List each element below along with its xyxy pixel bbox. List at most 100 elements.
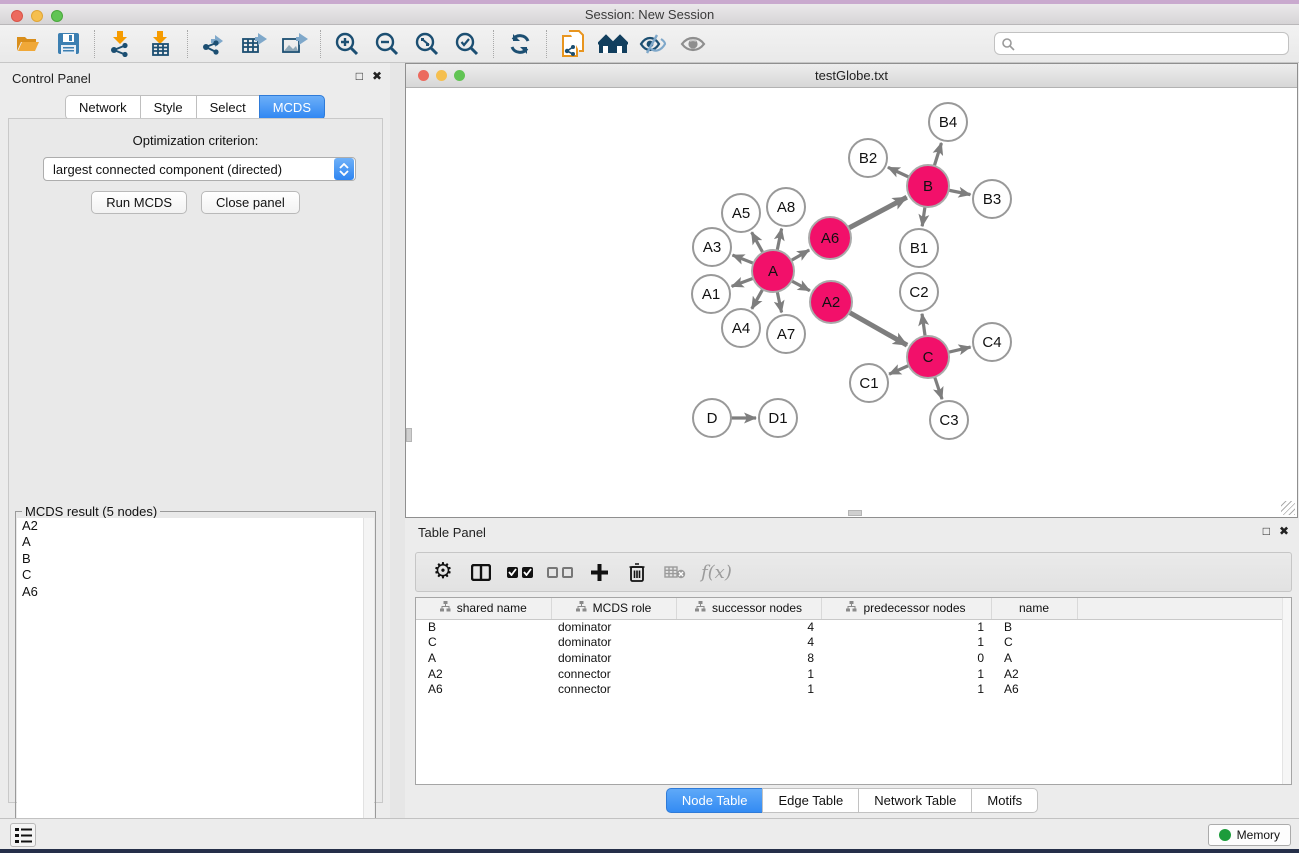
export-network-icon[interactable] — [197, 29, 231, 59]
hide-selected-icon[interactable] — [636, 29, 670, 59]
refresh-view-icon[interactable] — [503, 29, 537, 59]
delete-icon[interactable] — [625, 559, 649, 585]
resize-grip-icon[interactable] — [1281, 501, 1295, 515]
add-icon[interactable] — [587, 559, 611, 585]
cell-name[interactable]: A6 — [991, 681, 1077, 697]
node-C4[interactable]: C4 — [973, 323, 1011, 361]
column-header-successor-nodes[interactable]: successor nodes — [676, 598, 821, 619]
open-session-icon[interactable] — [11, 29, 45, 59]
home-layout-icon[interactable] — [596, 29, 630, 59]
node-B1[interactable]: B1 — [900, 229, 938, 267]
cell-MCDS-role[interactable]: connector — [551, 666, 676, 682]
criterion-dropdown[interactable]: largest connected component (directed) — [43, 157, 356, 181]
tab-network-table[interactable]: Network Table — [858, 788, 971, 813]
mcds-result-list[interactable]: A2ABCA6 — [17, 518, 374, 847]
node-C2[interactable]: C2 — [900, 273, 938, 311]
save-session-icon[interactable] — [51, 29, 85, 59]
destroy-table-icon[interactable] — [663, 559, 687, 585]
node-A4[interactable]: A4 — [722, 309, 760, 347]
export-image-icon[interactable] — [277, 29, 311, 59]
import-table-icon[interactable] — [144, 29, 178, 59]
node-table[interactable]: shared nameMCDS rolesuccessor nodesprede… — [415, 597, 1292, 785]
float-panel-icon[interactable]: □ — [356, 69, 363, 83]
result-item[interactable]: C — [17, 567, 374, 583]
zoom-selected-icon[interactable] — [450, 29, 484, 59]
deselect-checkboxes-icon[interactable] — [547, 559, 573, 585]
column-header-shared-name[interactable]: shared name — [416, 598, 551, 619]
network-from-selection-icon[interactable] — [556, 29, 590, 59]
node-A6[interactable]: A6 — [809, 217, 851, 259]
result-item[interactable]: B — [17, 551, 374, 567]
cell-shared-name[interactable]: B — [416, 619, 551, 635]
table-row[interactable]: Cdominator41C — [416, 635, 1292, 651]
close-panel-icon[interactable]: ✖ — [372, 69, 382, 83]
result-item[interactable]: A2 — [17, 518, 374, 534]
node-D1[interactable]: D1 — [759, 399, 797, 437]
gear-icon[interactable]: ⚙ — [431, 559, 455, 585]
cell-shared-name[interactable]: A6 — [416, 681, 551, 697]
cell-MCDS-role[interactable]: dominator — [551, 635, 676, 651]
memory-button[interactable]: Memory — [1208, 824, 1291, 846]
node-A[interactable]: A — [752, 250, 794, 292]
column-header-predecessor-nodes[interactable]: predecessor nodes — [821, 598, 991, 619]
result-scrollbar[interactable] — [363, 518, 374, 847]
table-row[interactable]: A6connector11A6 — [416, 681, 1292, 697]
cell-predecessor-nodes[interactable]: 1 — [821, 619, 991, 635]
import-network-icon[interactable] — [104, 29, 138, 59]
zoom-out-icon[interactable] — [370, 29, 404, 59]
tab-node-table[interactable]: Node Table — [666, 788, 763, 813]
table-row[interactable]: Bdominator41B — [416, 619, 1292, 635]
cell-successor-nodes[interactable]: 8 — [676, 650, 821, 666]
column-header-MCDS-role[interactable]: MCDS role — [551, 598, 676, 619]
select-all-checkboxes-icon[interactable] — [507, 559, 533, 585]
cell-successor-nodes[interactable]: 4 — [676, 619, 821, 635]
search-field[interactable] — [994, 32, 1289, 55]
cell-name[interactable]: B — [991, 619, 1077, 635]
cell-successor-nodes[interactable]: 1 — [676, 681, 821, 697]
node-C[interactable]: C — [907, 336, 949, 378]
tab-motifs[interactable]: Motifs — [971, 788, 1038, 813]
panel-splitter[interactable] — [390, 63, 405, 818]
network-canvas[interactable]: B4B2BB3A5A8A6A3B1AA1C2A2A4A7C4CC1DD1C3 — [407, 89, 1296, 517]
task-history-button[interactable] — [10, 823, 36, 847]
node-A7[interactable]: A7 — [767, 315, 805, 353]
result-item[interactable]: A6 — [17, 584, 374, 600]
node-D[interactable]: D — [693, 399, 731, 437]
table-row[interactable]: Adominator80A — [416, 650, 1292, 666]
node-C1[interactable]: C1 — [850, 364, 888, 402]
tab-edge-table[interactable]: Edge Table — [762, 788, 858, 813]
birds-eye-view-icon[interactable] — [676, 29, 710, 59]
cell-shared-name[interactable]: A2 — [416, 666, 551, 682]
cell-MCDS-role[interactable]: dominator — [551, 619, 676, 635]
cell-predecessor-nodes[interactable]: 1 — [821, 635, 991, 651]
cell-predecessor-nodes[interactable]: 1 — [821, 666, 991, 682]
node-B3[interactable]: B3 — [973, 180, 1011, 218]
cell-name[interactable]: A — [991, 650, 1077, 666]
cell-successor-nodes[interactable]: 4 — [676, 635, 821, 651]
node-B[interactable]: B — [907, 165, 949, 207]
cell-name[interactable]: A2 — [991, 666, 1077, 682]
cell-MCDS-role[interactable]: dominator — [551, 650, 676, 666]
node-A5[interactable]: A5 — [722, 194, 760, 232]
tab-network[interactable]: Network — [65, 95, 140, 120]
network-window-titlebar[interactable]: testGlobe.txt — [406, 64, 1297, 88]
columns-icon[interactable] — [469, 559, 493, 585]
export-table-icon[interactable] — [237, 29, 271, 59]
tab-select[interactable]: Select — [196, 95, 259, 120]
left-splitter-handle[interactable] — [406, 428, 412, 442]
node-A2[interactable]: A2 — [810, 281, 852, 323]
node-A1[interactable]: A1 — [692, 275, 730, 313]
node-A8[interactable]: A8 — [767, 188, 805, 226]
zoom-in-icon[interactable] — [330, 29, 364, 59]
cell-MCDS-role[interactable]: connector — [551, 681, 676, 697]
search-input[interactable] — [1015, 34, 1288, 53]
tab-style[interactable]: Style — [140, 95, 196, 120]
function-builder-icon[interactable]: f(x) — [701, 559, 732, 585]
node-A3[interactable]: A3 — [693, 228, 731, 266]
result-item[interactable]: A — [17, 534, 374, 550]
close-panel-button[interactable]: Close panel — [201, 191, 300, 214]
cell-predecessor-nodes[interactable]: 0 — [821, 650, 991, 666]
cell-predecessor-nodes[interactable]: 1 — [821, 681, 991, 697]
bottom-splitter-handle[interactable] — [848, 510, 862, 516]
node-B4[interactable]: B4 — [929, 103, 967, 141]
